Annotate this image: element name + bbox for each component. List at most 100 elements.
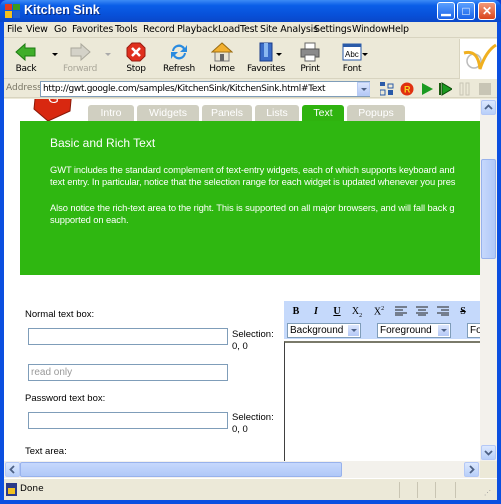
stop-icon (126, 42, 146, 62)
menu-view[interactable]: View (26, 24, 48, 35)
scroll-up-button[interactable] (481, 100, 496, 115)
scroll-right-button[interactable] (464, 462, 479, 477)
menu-bar: File View Go Favorites Tools Record Play… (4, 22, 497, 38)
browser-frame: File View Go Favorites Tools Record Play… (4, 22, 497, 500)
panel-paragraph-1-line-2: text entry. In particular, notice that t… (50, 176, 456, 187)
page-viewport: G Intro Widgets Panels Lists Text Popups… (4, 99, 480, 461)
bold-button[interactable]: B (289, 306, 303, 320)
align-right-button[interactable] (436, 306, 450, 320)
panel-paragraph-2-line-1: Also notice the rich-text area to the ri… (50, 202, 455, 213)
vertical-scroll-thumb[interactable] (481, 159, 496, 259)
status-separator (417, 482, 418, 498)
favorites-icon (259, 42, 273, 62)
panel-paragraph-1-line-1: GWT includes the standard complement of … (50, 164, 455, 175)
play-step-icon[interactable] (438, 82, 452, 96)
menu-tools[interactable]: Tools (115, 24, 138, 35)
address-bar: Address http://gwt.google.com/samples/Ki… (4, 80, 497, 98)
close-button[interactable]: ✕ (478, 2, 496, 20)
rich-text-editor: B I U X2 X2 S •: Background Foreground F… (284, 301, 480, 461)
align-left-icon (395, 306, 407, 316)
tab-widgets[interactable]: Widgets (137, 105, 199, 121)
svg-text:G: G (48, 99, 59, 106)
align-center-button[interactable] (415, 306, 429, 320)
resize-grip-icon[interactable]: ⋰ (484, 489, 491, 497)
italic-button[interactable]: I (309, 306, 323, 320)
font-select[interactable]: Fon (467, 323, 480, 338)
strikethrough-button[interactable]: S (456, 306, 470, 320)
forward-button[interactable]: Forward (58, 41, 102, 77)
ev-logo-icon (463, 43, 497, 70)
svg-text:R: R (404, 85, 411, 95)
window-title: Kitchen Sink (24, 3, 100, 17)
chevron-up-icon (484, 104, 493, 110)
page-icon (6, 483, 17, 496)
address-input[interactable]: http://gwt.google.com/samples/KitchenSin… (40, 81, 370, 97)
menu-record[interactable]: Record (143, 24, 175, 35)
subscript-button[interactable]: X2 (350, 306, 364, 320)
password-text-box-label: Password text box: (25, 393, 106, 404)
home-icon (211, 42, 233, 62)
rich-text-area[interactable] (284, 341, 480, 461)
scroll-down-button[interactable] (481, 445, 496, 460)
panel-title: Basic and Rich Text (50, 136, 156, 150)
address-dropdown-icon[interactable] (357, 82, 370, 96)
browser-window: Kitchen Sink ▁ □ ✕ File View Go Favorite… (0, 0, 501, 504)
horizontal-scroll-thumb[interactable] (20, 462, 342, 477)
site-map-icon[interactable] (380, 82, 394, 96)
forward-dropdown-icon[interactable] (105, 53, 111, 56)
underline-button[interactable]: U (330, 306, 344, 320)
status-separator (399, 482, 400, 498)
back-arrow-icon (15, 42, 36, 62)
play-icon[interactable] (420, 82, 434, 96)
horizontal-scrollbar[interactable] (4, 461, 480, 478)
back-button[interactable]: Back (4, 41, 48, 77)
refresh-icon (171, 44, 187, 60)
scroll-left-button[interactable] (5, 462, 20, 477)
toolbar: Back Forward Stop Refresh Home Favorites… (4, 39, 497, 79)
record-icon[interactable]: R (400, 82, 414, 96)
normal-selection-label: Selection: 0, 0 (232, 329, 274, 352)
menu-site-analysis[interactable]: Site Analysis (260, 24, 318, 35)
status-separator (435, 482, 436, 498)
tab-panels[interactable]: Panels (202, 105, 252, 121)
app-icon (5, 4, 20, 18)
tab-lists[interactable]: Lists (255, 105, 299, 121)
align-right-icon (437, 306, 449, 316)
tab-text[interactable]: Text (302, 105, 344, 121)
maximize-button[interactable]: □ (457, 2, 475, 20)
minimize-button[interactable]: ▁ (437, 2, 455, 20)
font-button[interactable]: Abc Font (330, 41, 374, 77)
chevron-right-icon (469, 465, 475, 474)
brand-logo (459, 39, 497, 79)
panel-paragraph-2-line-2: supported on each. (50, 214, 129, 225)
menu-loadtest[interactable]: LoadTest (218, 24, 258, 35)
background-color-select[interactable]: Background (287, 323, 361, 338)
minimize-icon: ▁ (441, 2, 451, 16)
foreground-color-select[interactable]: Foreground (377, 323, 451, 338)
close-icon: ✕ (481, 4, 493, 18)
menu-file[interactable]: File (7, 24, 22, 35)
printer-icon (300, 42, 320, 62)
tab-intro[interactable]: Intro (88, 105, 134, 121)
svg-text:Abc: Abc (345, 50, 359, 59)
superscript-button[interactable]: X2 (372, 306, 386, 320)
align-left-button[interactable] (394, 306, 408, 320)
vertical-scrollbar[interactable] (480, 99, 497, 461)
password-text-box[interactable] (28, 412, 228, 429)
menu-settings[interactable]: Settings (314, 24, 352, 35)
read-only-text-box[interactable]: read only (28, 364, 228, 381)
menu-go[interactable]: Go (54, 24, 67, 35)
menu-playback[interactable]: Playback (177, 24, 218, 35)
status-text: Done (20, 484, 44, 494)
favorites-dropdown-icon[interactable] (276, 53, 282, 56)
font-dropdown-icon[interactable] (362, 53, 368, 56)
chevron-down-icon (438, 325, 449, 336)
normal-text-box[interactable] (28, 328, 228, 345)
chevron-down-icon (484, 450, 493, 456)
stop-playback-icon (479, 83, 491, 95)
menu-favorites[interactable]: Favorites (72, 24, 113, 35)
menu-help[interactable]: Help (388, 24, 409, 35)
menu-window[interactable]: Window (352, 24, 388, 35)
normal-text-box-label: Normal text box: (25, 309, 95, 320)
tab-popups[interactable]: Popups (347, 105, 405, 121)
